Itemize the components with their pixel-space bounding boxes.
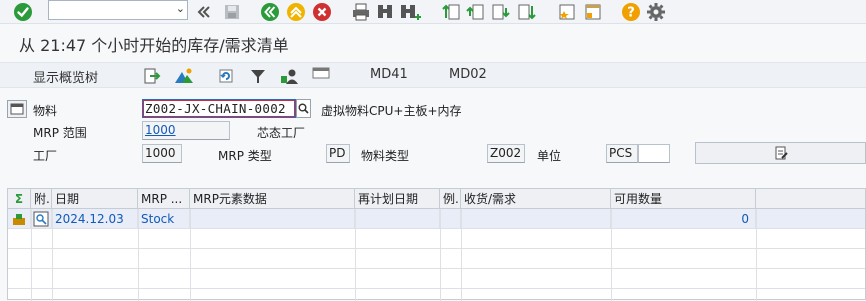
back-icon[interactable] — [259, 2, 281, 22]
search-help-icon[interactable] — [296, 99, 311, 118]
refresh-icon[interactable] — [216, 66, 236, 86]
column-header-available-quantity[interactable]: 可用数量 — [611, 189, 756, 209]
create-session-icon[interactable] — [556, 2, 578, 22]
page-title: 从 21:47 个小时开始的库存/需求清单 — [19, 36, 289, 55]
title-bar: 从 21:47 个小时开始的库存/需求清单 — [0, 27, 866, 55]
material-field[interactable]: Z002-JX-CHAIN-0002 — [142, 99, 296, 118]
row-mrp-element: Stock — [138, 209, 190, 229]
collapse-header-icon[interactable] — [7, 100, 27, 118]
mrp-area-description: 芯态工厂 — [257, 126, 306, 140]
chevron-down-icon[interactable]: ⌄ — [176, 2, 185, 15]
column-divider — [611, 209, 612, 301]
settings-icon[interactable] — [645, 2, 667, 22]
column-header-attachment[interactable]: 附. — [31, 189, 52, 209]
previous-page-icon[interactable] — [464, 2, 486, 22]
next-page-icon[interactable] — [490, 2, 512, 22]
edit-document-icon — [775, 146, 788, 160]
md41-button[interactable]: MD41 — [370, 67, 408, 82]
header-icon[interactable] — [311, 66, 331, 80]
find-next-icon[interactable] — [398, 2, 424, 22]
mountain-icon[interactable] — [173, 66, 195, 86]
plant-label: 工厂 — [33, 149, 58, 163]
table-row-empty — [8, 269, 865, 289]
filter-icon[interactable] — [248, 66, 268, 86]
material-description: 虚拟物料CPU+主板+内存 — [321, 104, 462, 118]
enter-icon[interactable] — [12, 2, 34, 22]
column-divider — [355, 209, 356, 301]
row-reschedule-date — [355, 209, 440, 229]
plant-field: 1000 — [142, 144, 182, 163]
unit-extra-field — [638, 144, 670, 163]
cancel-icon[interactable] — [311, 2, 333, 22]
column-header-mrp-element[interactable]: MRP ... — [138, 189, 190, 209]
save-icon[interactable] — [221, 2, 243, 22]
detail-button[interactable] — [695, 142, 866, 164]
row-date: 2024.12.03 — [52, 209, 138, 229]
first-page-icon[interactable] — [440, 2, 462, 22]
column-header-sum[interactable]: Σ — [8, 189, 31, 209]
column-header-exception[interactable]: 例. — [440, 189, 461, 209]
column-header-reschedule-date[interactable]: 再计划日期 — [355, 189, 440, 209]
column-divider — [190, 209, 191, 301]
material-type-field: Z002 — [487, 144, 525, 163]
unit-field: PCS — [606, 144, 638, 163]
last-page-icon[interactable] — [516, 2, 538, 22]
row-exception — [440, 209, 461, 229]
table-row[interactable]: 2024.12.03 Stock 0 — [8, 209, 865, 229]
table-row-empty — [8, 229, 865, 249]
back-double-icon[interactable] — [195, 2, 213, 22]
md02-button[interactable]: MD02 — [449, 67, 487, 82]
exit-icon[interactable] — [285, 2, 307, 22]
user-icon[interactable] — [279, 66, 301, 86]
command-field[interactable]: ⌄ — [48, 0, 188, 20]
mrp-area-label: MRP 范围 — [33, 126, 87, 140]
row-element-data — [190, 209, 355, 229]
mrp-type-label: MRP 类型 — [218, 149, 272, 163]
mrp-area-field: 1000 — [142, 121, 230, 140]
column-divider — [756, 209, 757, 301]
column-divider — [138, 209, 139, 301]
mrp-type-field: PD — [326, 144, 350, 163]
row-selector[interactable] — [8, 209, 31, 229]
column-divider — [31, 209, 32, 301]
column-divider — [461, 209, 462, 301]
show-overview-tree-button[interactable]: 显示概览树 — [33, 67, 98, 86]
navigate-icon[interactable] — [142, 66, 162, 86]
row-receipt-requirement — [461, 209, 611, 229]
system-toolbar: ⌄ ? — [0, 0, 866, 24]
column-divider — [52, 209, 53, 301]
table-row-empty — [8, 249, 865, 269]
column-header-mrp-element-data[interactable]: MRP元素数据 — [190, 189, 355, 209]
application-toolbar: 显示概览树 MD41 MD02 — [0, 62, 866, 88]
print-icon[interactable] — [350, 2, 372, 22]
svg-text:?: ? — [627, 6, 635, 21]
stock-icon — [13, 214, 25, 225]
material-label: 物料 — [33, 104, 58, 118]
unit-label: 单位 — [537, 149, 562, 163]
mrp-area-value[interactable]: 1000 — [145, 123, 176, 137]
help-icon[interactable]: ? — [620, 2, 642, 22]
row-available-quantity: 0 — [611, 209, 756, 229]
detail-icon[interactable] — [31, 209, 52, 229]
material-type-label: 物料类型 — [361, 149, 410, 163]
shortcut-icon[interactable] — [582, 2, 604, 22]
find-icon[interactable] — [374, 2, 396, 22]
stock-requirements-table: Σ 附. 日期 MRP ... MRP元素数据 再计划日期 例. 收货/需求 可… — [7, 188, 866, 301]
column-divider — [440, 209, 441, 301]
table-header: Σ 附. 日期 MRP ... MRP元素数据 再计划日期 例. 收货/需求 可… — [8, 189, 865, 209]
column-header-date[interactable]: 日期 — [52, 189, 138, 209]
column-header-receipt-requirement[interactable]: 收货/需求 — [461, 189, 611, 209]
